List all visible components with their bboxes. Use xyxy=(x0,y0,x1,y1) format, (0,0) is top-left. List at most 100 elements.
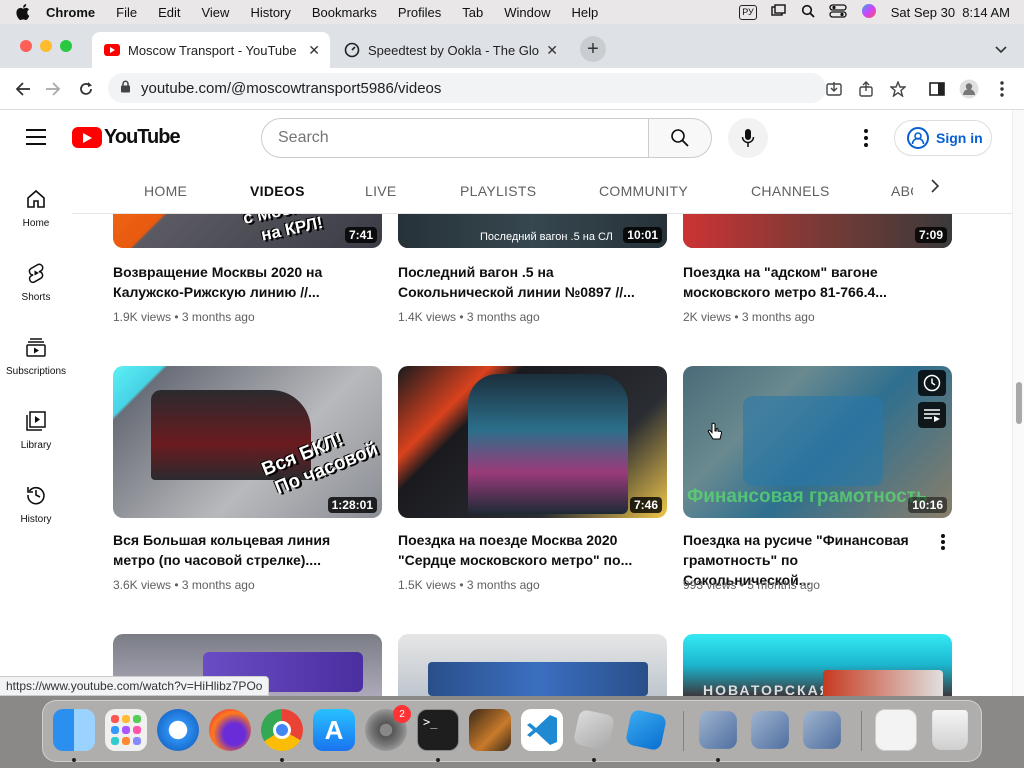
share-icon[interactable] xyxy=(855,78,877,100)
tab-playlists[interactable]: PLAYLISTS xyxy=(460,183,536,199)
video-thumbnail[interactable] xyxy=(398,634,667,696)
guide-item-library[interactable]: Library xyxy=(0,410,72,451)
tabs-next-chevron-icon[interactable] xyxy=(930,179,940,198)
menu-window[interactable]: Window xyxy=(504,5,550,20)
garageband-icon[interactable] xyxy=(469,709,511,751)
video-thumbnail[interactable]: Вся БКЛ! По часовой 1:28:01 xyxy=(113,366,382,518)
system-settings-icon[interactable]: 2 xyxy=(365,705,411,751)
video-thumbnail[interactable]: с Москвы 2020 на КРЛ! 7:41 xyxy=(113,214,382,248)
window-zoom-button[interactable] xyxy=(60,40,72,52)
menu-view[interactable]: View xyxy=(201,5,229,20)
roblox-studio-icon[interactable] xyxy=(624,708,668,752)
video-title[interactable]: Возвращение Москвы 2020 на Калужско-Рижс… xyxy=(113,262,375,302)
guide-item-shorts[interactable]: Shorts xyxy=(0,262,72,303)
tab-home[interactable]: HOME xyxy=(144,183,187,199)
running-indicator xyxy=(716,758,720,762)
tab-channels[interactable]: CHANNELS xyxy=(751,183,830,199)
menu-app-name[interactable]: Chrome xyxy=(46,5,95,20)
video-thumbnail[interactable]: Последний вагон .5 на СЛ 10:01 xyxy=(398,214,667,248)
virtualbox-icon[interactable] xyxy=(803,711,841,749)
virtualbox-icon[interactable] xyxy=(699,711,737,749)
guide-item-history[interactable]: History xyxy=(0,484,72,525)
sign-in-button[interactable]: Sign in xyxy=(894,120,992,156)
finder-icon[interactable] xyxy=(53,709,95,751)
guide-item-home[interactable]: Home xyxy=(0,188,72,229)
roblox-icon[interactable] xyxy=(572,708,616,752)
menu-profiles[interactable]: Profiles xyxy=(398,5,441,20)
view-count: 2K views xyxy=(683,310,732,324)
tab-community[interactable]: COMMUNITY xyxy=(599,183,688,199)
video-title[interactable]: Вся Большая кольцевая линия метро (по ча… xyxy=(113,530,375,570)
window-minimize-button[interactable] xyxy=(40,40,52,52)
tab-live[interactable]: LIVE xyxy=(365,183,397,199)
screen-mirroring-icon[interactable] xyxy=(771,3,787,21)
tab-about[interactable]: ABOUT xyxy=(891,183,913,199)
video-thumbnail[interactable]: 7:46 xyxy=(398,366,667,518)
chrome-icon[interactable] xyxy=(261,709,303,751)
url-text: youtube.com/@moscowtransport5986/videos xyxy=(141,79,442,97)
side-panel-icon[interactable] xyxy=(926,78,948,100)
menu-tab[interactable]: Tab xyxy=(462,5,483,20)
guide-item-subscriptions[interactable]: Subscriptions xyxy=(0,336,72,377)
scrollbar-thumb[interactable] xyxy=(1016,382,1022,424)
forward-button[interactable] xyxy=(42,78,64,100)
guide-menu-icon[interactable] xyxy=(26,129,46,150)
menubar-clock[interactable]: Sat Sep 30 8:14 AM xyxy=(891,5,1010,20)
video-title[interactable]: Поездка на "адском" вагоне московского м… xyxy=(683,262,945,302)
tab-moscow-transport[interactable]: Moscow Transport - YouTube ✕ xyxy=(92,32,330,68)
menu-history[interactable]: History xyxy=(250,5,290,20)
youtube-logo[interactable]: YouTube xyxy=(72,126,181,149)
tab-close-icon[interactable]: ✕ xyxy=(308,42,320,59)
control-center-icon[interactable] xyxy=(829,3,847,21)
address-bar[interactable]: youtube.com/@moscowtransport5986/videos xyxy=(108,73,826,103)
view-count: 1.4K views xyxy=(398,310,457,324)
watch-later-button[interactable] xyxy=(918,370,946,396)
voice-search-button[interactable] xyxy=(728,118,768,158)
firefox-icon[interactable] xyxy=(209,709,251,751)
menu-bookmarks[interactable]: Bookmarks xyxy=(312,5,377,20)
terminal-icon[interactable]: >_ xyxy=(417,709,459,751)
page-scrollbar[interactable] xyxy=(1012,110,1024,696)
downloads-stack-icon[interactable] xyxy=(875,709,917,751)
tab-speedtest[interactable]: Speedtest by Ookla - The Glo ✕ xyxy=(332,32,568,68)
install-app-icon[interactable] xyxy=(823,78,845,100)
app-store-icon[interactable]: A xyxy=(313,709,355,751)
view-count: 993 views xyxy=(683,578,737,592)
video-title[interactable]: Последний вагон .5 на Сокольнической лин… xyxy=(398,262,660,302)
notification-badge: 2 xyxy=(393,705,411,723)
add-to-queue-button[interactable] xyxy=(918,402,946,428)
video-duration: 7:41 xyxy=(344,227,377,243)
menu-edit[interactable]: Edit xyxy=(158,5,180,20)
tab-close-icon[interactable]: ✕ xyxy=(546,42,558,59)
menu-file[interactable]: File xyxy=(116,5,137,20)
reload-button[interactable] xyxy=(75,78,97,100)
spotlight-search-icon[interactable] xyxy=(801,4,815,21)
search-input[interactable]: Search xyxy=(261,118,650,158)
video-thumbnail[interactable]: НОВАТОРСКАЯ xyxy=(683,634,952,696)
launchpad-icon[interactable] xyxy=(105,709,147,751)
menu-help[interactable]: Help xyxy=(572,5,599,20)
input-source-indicator[interactable]: РУ xyxy=(739,4,757,20)
safari-icon[interactable] xyxy=(157,709,199,751)
settings-more-icon[interactable] xyxy=(856,128,876,148)
tab-videos[interactable]: VIDEOS xyxy=(250,183,305,199)
siri-icon[interactable] xyxy=(861,3,877,22)
chrome-menu-icon[interactable] xyxy=(991,78,1013,100)
search-button[interactable] xyxy=(648,118,712,158)
trash-icon[interactable] xyxy=(932,710,968,750)
video-title[interactable]: Поездка на поезде Москва 2020 "Сердце мо… xyxy=(398,530,660,570)
bookmark-star-icon[interactable] xyxy=(887,78,909,100)
new-tab-button[interactable]: + xyxy=(580,36,606,62)
back-button[interactable] xyxy=(12,78,34,100)
video-action-menu-icon[interactable] xyxy=(933,532,953,552)
vscode-icon[interactable] xyxy=(521,709,563,751)
video-thumbnail[interactable]: Финансовая грамотность 10:16 xyxy=(683,366,952,518)
lock-icon[interactable] xyxy=(120,80,131,97)
window-close-button[interactable] xyxy=(20,40,32,52)
video-duration: 7:46 xyxy=(629,497,662,513)
virtualbox-icon[interactable] xyxy=(751,711,789,749)
tab-search-chevron-icon[interactable] xyxy=(994,42,1008,60)
apple-menu-icon[interactable] xyxy=(14,3,32,21)
video-thumbnail[interactable]: 7:09 xyxy=(683,214,952,248)
profile-avatar-icon[interactable] xyxy=(958,78,980,100)
